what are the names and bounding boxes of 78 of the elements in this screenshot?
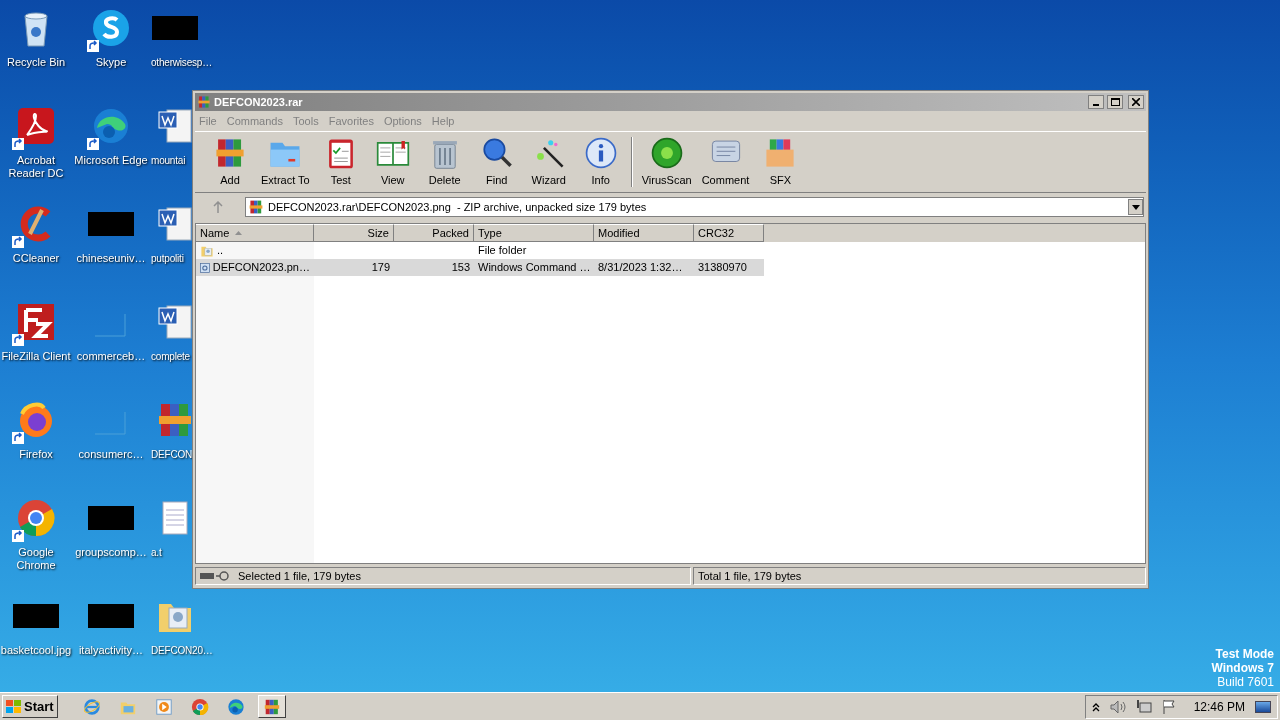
table-cell-text: .. [217, 243, 224, 259]
toolbar-button[interactable]: Add [205, 133, 255, 191]
show-desktop-button[interactable] [1255, 700, 1271, 713]
toolbar-button[interactable]: VirusScan [637, 133, 696, 191]
redacted-thumbnail [88, 604, 134, 628]
redacted-thumbnail [88, 506, 134, 530]
toolbar-button[interactable]: Find [471, 133, 522, 191]
toolbar-button[interactable]: Delete [419, 133, 470, 191]
column-header[interactable]: Type [474, 224, 594, 242]
start-button[interactable]: Start [2, 695, 58, 718]
toolbar-button[interactable]: View [367, 133, 418, 191]
taskbar-app-button[interactable] [257, 695, 286, 718]
desktop-icon-label[interactable]: FileZilla Client [0, 350, 74, 363]
table-cell-text: DEFCON2023.pn… [212, 260, 310, 276]
toolbar-button[interactable]: SFX [755, 133, 806, 191]
toolbar-button[interactable]: Wizard [523, 133, 574, 191]
address-text: DEFCON2023.rar\DEFCON2023.png - ZIP archive, unpacked size 179 bytes [268, 199, 648, 215]
chevron-up-icon[interactable] [1091, 701, 1100, 712]
table-cell-text: 153 [451, 260, 470, 276]
desktop-icon-label[interactable]: Acrobat Reader DC [0, 154, 74, 180]
column-header[interactable]: Name [196, 224, 314, 242]
desktop-icon-label[interactable]: mountai [151, 154, 186, 167]
speaker-icon[interactable] [1109, 699, 1126, 714]
column-header[interactable]: Modified [594, 224, 694, 242]
desktop-icon-label[interactable]: complete [151, 350, 190, 363]
redacted-thumbnail [13, 604, 59, 628]
word-icon [155, 204, 195, 244]
maximize-button[interactable] [1107, 95, 1123, 109]
test-mode-text: Build 7601 [1217, 675, 1274, 689]
clock[interactable]: 12:46 PM [1193, 697, 1245, 716]
info-icon [583, 135, 618, 170]
test-mode-text: Windows 7 [1211, 661, 1274, 675]
word-icon [155, 302, 195, 342]
desktop-icon-label[interactable]: putpoliti [151, 252, 184, 265]
desktop-icon-label[interactable]: CCleaner [0, 252, 74, 265]
toolbar-button[interactable]: Test [315, 133, 366, 191]
desktop-icon-label[interactable]: chineseuniv… [73, 252, 149, 265]
desktop-icon-label[interactable]: Skype [73, 56, 149, 69]
desktop-icon-label[interactable]: commerceb… [73, 350, 149, 363]
table-cell-text: 179 [371, 260, 390, 276]
desktop-icon-label[interactable]: Recycle Bin [0, 56, 74, 69]
windows-logo-icon [6, 699, 22, 714]
redacted-thumbnail [152, 16, 198, 40]
minimize-icon [1093, 104, 1099, 106]
caret-icon [1131, 204, 1140, 210]
table-cell-text: 31380970 [698, 260, 747, 276]
column-header[interactable]: CRC32 [694, 224, 764, 242]
test-mode-text: Test Mode [1215, 647, 1274, 661]
window-title: DEFCON2023.rar [214, 94, 304, 110]
file-row[interactable]: .. File folder [196, 242, 764, 259]
desktop-icon-label[interactable]: otherwisesp… [151, 56, 212, 69]
toolbar-button[interactable]: Comment [697, 133, 754, 191]
desktop-icon-label[interactable]: DEFCON [151, 448, 193, 461]
redacted-thumbnail [88, 212, 134, 236]
maximize-icon [1110, 98, 1120, 106]
close-icon [1132, 98, 1140, 106]
desktop-icon-label[interactable]: Firefox [0, 448, 74, 461]
toolbar-button[interactable]: Info [575, 133, 626, 191]
status-text: Selected 1 file, 179 bytes [238, 568, 361, 584]
network-icon[interactable] [1135, 699, 1152, 714]
close-button[interactable] [1128, 95, 1144, 109]
address-field[interactable]: DEFCON2023.rar\DEFCON2023.png - ZIP archive, unpacked size 179 bytes [245, 197, 1144, 217]
dropdown-button[interactable] [1128, 199, 1143, 215]
word-icon [155, 106, 195, 146]
toolbar-button[interactable]: Extract To [257, 133, 314, 191]
flag-icon[interactable] [1161, 699, 1178, 714]
column-header[interactable]: Packed [394, 224, 474, 242]
status-text: Total 1 file, 179 bytes [698, 568, 802, 584]
minimize-button[interactable] [1088, 95, 1104, 109]
media-icon [154, 697, 173, 716]
desktop-icon-label[interactable]: consumerc… [73, 448, 149, 461]
desktop-icon-label[interactable]: Microsoft Edge [73, 154, 149, 167]
column-header[interactable]: Size [314, 224, 394, 242]
table-cell-text: 8/31/2023 1:32… [598, 260, 683, 276]
up-arrow-icon [213, 201, 223, 213]
file-row[interactable]: DEFCON2023.pn… 179 153 Windows Command … 8/31/2023 1:32… 31380970 [196, 259, 764, 276]
table-cell-text: Windows Command … [478, 260, 591, 276]
table-cell-text: File folder [478, 243, 527, 259]
